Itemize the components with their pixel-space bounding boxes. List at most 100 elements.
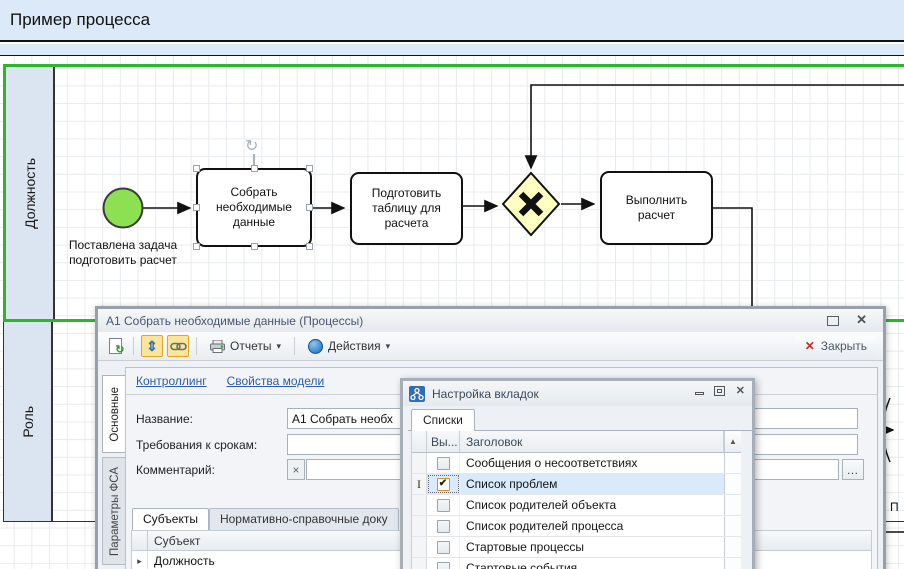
close-button-label: Закрыть (821, 339, 867, 353)
row-state-gutter (412, 516, 427, 536)
close-dialog-button[interactable]: ✕ Закрыть (795, 336, 877, 356)
table-row[interactable]: Список родителей объекта (412, 495, 741, 516)
tab-subekty[interactable]: Субъекты (132, 508, 209, 530)
refresh-button[interactable]: ↻ (104, 335, 126, 357)
row-state-gutter (412, 558, 427, 569)
updown-arrows-icon: ⇕ (146, 339, 158, 353)
header-gutter (412, 431, 427, 452)
actions-globe-icon (308, 339, 323, 354)
selection-handle[interactable] (193, 204, 200, 211)
title-column-header[interactable]: Заголовок (460, 431, 724, 452)
scrollbar-track[interactable] (724, 474, 741, 494)
table-row[interactable]: Стартовые события (412, 558, 741, 569)
dialog-toolbar: ↻ ⇕ Отчеты ▾ (98, 332, 883, 361)
rotate-handle-icon[interactable]: ↻ (245, 136, 258, 156)
popup-titlebar[interactable]: Настройка вкладок ✕ (403, 381, 752, 406)
tab-parametry-fsa[interactable]: Параметры ФСА (102, 457, 126, 565)
checked-checkbox-icon: ✔ (437, 478, 450, 491)
task-vypolnit-raschet[interactable]: Выполнить расчет (600, 171, 713, 245)
link-toggle-button[interactable] (167, 335, 189, 357)
comment-browse-button[interactable]: … (842, 459, 864, 480)
controlling-link[interactable]: Контроллинг (136, 374, 207, 388)
toolbar-separator (133, 337, 134, 355)
printer-icon (210, 340, 225, 353)
dialog-title: A1 Собрать необходимые данные (Процессы) (106, 314, 363, 328)
tab-osnovnye[interactable]: Основные (102, 375, 126, 453)
row-marker-icon: ▸ (132, 551, 148, 569)
deadline-field-label: Требования к срокам: (136, 438, 257, 452)
row-checkbox[interactable] (427, 537, 460, 557)
tab-config-table-header[interactable]: Вы... Заголовок ▲ (412, 431, 741, 453)
row-checkbox[interactable] (427, 453, 460, 473)
scrollbar-track[interactable] (724, 495, 741, 515)
table-row-selected[interactable]: I ✔ Список проблем (412, 474, 741, 495)
selection-handle[interactable] (306, 165, 313, 172)
row-checkbox[interactable] (427, 495, 460, 515)
actions-label: Действия (328, 339, 381, 353)
tab-normativnye-dokumenty[interactable]: Нормативно-справочные доку (209, 508, 399, 530)
flow-return-to-gateway[interactable] (531, 85, 904, 168)
row-label[interactable]: Список проблем (460, 474, 724, 494)
scrollbar-track[interactable] (724, 516, 741, 536)
hierarchy-icon (409, 386, 425, 402)
dialog-titlebar[interactable]: A1 Собрать необходимые данные (Процессы)… (98, 309, 883, 332)
selection-handle[interactable] (251, 165, 258, 172)
table-row[interactable]: Список родителей процесса (412, 516, 741, 537)
start-event-label: Поставлена задача подготовить расчет (63, 238, 183, 268)
bottom-tabs: Субъекты Нормативно-справочные доку (132, 508, 399, 530)
partial-task-label: П (890, 500, 899, 514)
tab-config-table: Вы... Заголовок ▲ Сообщения о несоответс… (411, 431, 741, 569)
restore-icon[interactable] (714, 386, 725, 396)
task-label: Подготовить таблицу для расчета (358, 186, 455, 231)
row-checkbox[interactable]: ✔ (427, 474, 460, 494)
toolbar-separator (294, 337, 295, 355)
row-label[interactable]: Список родителей процесса (460, 516, 724, 536)
row-label[interactable]: Список родителей объекта (460, 495, 724, 515)
actions-dropdown[interactable]: Действия ▾ (302, 337, 396, 356)
selection-handle[interactable] (306, 204, 313, 211)
autofit-toggle-button[interactable]: ⇕ (141, 335, 163, 357)
toolbar-separator (196, 337, 197, 355)
row-state-gutter: I (412, 474, 427, 494)
tab-settings-dialog: Настройка вкладок ✕ Списки Вы... Заголов… (400, 378, 755, 569)
task-sobrat-dannye[interactable]: Собрать необходимые данные (196, 168, 312, 247)
row-checkbox[interactable] (427, 516, 460, 536)
row-label[interactable]: Стартовые события (460, 558, 724, 569)
selection-handle[interactable] (251, 243, 258, 250)
diagram-title-band: Пример процесса (0, 0, 904, 42)
scrollbar-track[interactable] (724, 453, 741, 473)
selection-handle[interactable] (193, 243, 200, 250)
task-podgotovit-tablicu[interactable]: Подготовить таблицу для расчета (350, 172, 463, 245)
close-icon[interactable]: ✕ (736, 386, 745, 397)
reports-label: Отчеты (230, 339, 271, 353)
flow-task3-down[interactable] (713, 208, 752, 308)
scrollbar-track[interactable] (724, 558, 741, 569)
close-icon[interactable]: ✕ (856, 312, 867, 328)
row-label[interactable]: Сообщения о несоответствиях (460, 453, 724, 473)
selection-handle[interactable] (306, 243, 313, 250)
model-properties-link[interactable]: Свойства модели (227, 374, 325, 388)
name-field-label: Название: (136, 412, 193, 426)
red-x-icon: ✕ (805, 339, 815, 353)
maximize-icon[interactable] (827, 316, 839, 326)
selection-handle[interactable] (193, 165, 200, 172)
chevron-down-icon: ▾ (276, 341, 281, 352)
row-checkbox[interactable] (427, 558, 460, 569)
reports-dropdown[interactable]: Отчеты ▾ (204, 337, 287, 355)
chevron-down-icon: ▾ (386, 341, 391, 352)
table-row[interactable]: Стартовые процессы (412, 537, 741, 558)
minimize-icon[interactable] (695, 392, 704, 395)
chain-link-icon (170, 341, 187, 352)
checked-column-header[interactable]: Вы... (427, 431, 460, 452)
scroll-up-button[interactable]: ▲ (724, 431, 741, 452)
table-row[interactable]: Сообщения о несоответствиях (412, 453, 741, 474)
task-label: Выполнить расчет (608, 193, 705, 223)
row-state-gutter (412, 495, 427, 515)
row-state-gutter (412, 537, 427, 557)
scrollbar-track[interactable] (724, 537, 741, 557)
tab-spiski[interactable]: Списки (411, 409, 475, 431)
clear-comment-button[interactable]: × (287, 459, 305, 480)
row-label[interactable]: Стартовые процессы (460, 537, 724, 557)
tab-label: Параметры ФСА (109, 467, 121, 556)
start-event[interactable] (104, 189, 143, 228)
